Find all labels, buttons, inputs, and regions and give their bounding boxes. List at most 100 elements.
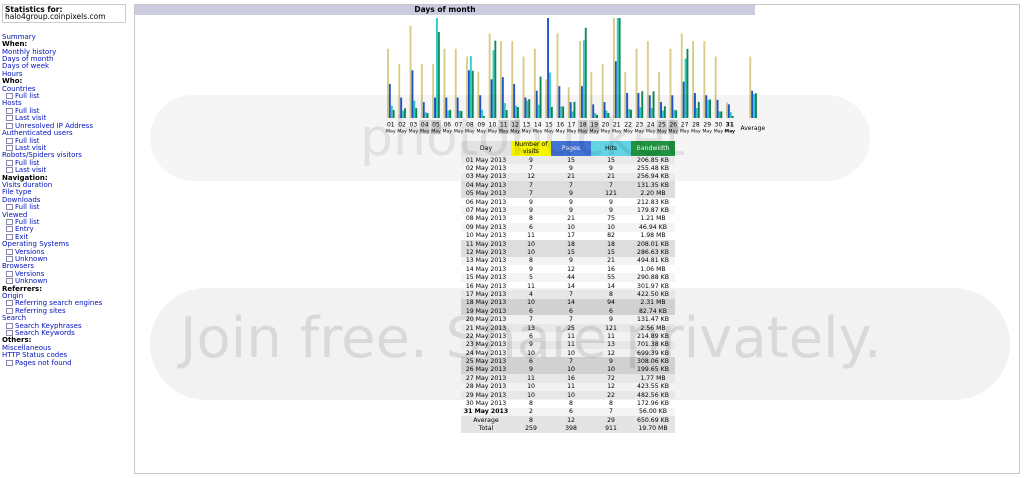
cell-visits: 2 [511,407,551,417]
cell-pages: 16 [551,374,591,383]
table-row: 25 May 2013 6 7 9 308.06 KB [461,357,675,366]
bar-visits-03 [409,25,412,118]
cell-bandwidth: 214.89 KB [631,332,675,341]
x-tick-label: 04 [421,122,429,129]
cell-pages: 15 [551,248,591,257]
cell-bandwidth: 290.88 KB [631,273,675,282]
cell-pages: 9 [551,206,591,215]
bar-hits-10 [492,50,495,119]
bar-visits-08 [466,56,468,118]
x-tick-sublabel: May [657,129,667,135]
bar-hits-05 [436,18,438,118]
cell-visits: 9 [511,365,551,375]
cell-bandwidth: 1.98 MB [631,231,675,240]
cell-visits: 9 [511,197,551,207]
table-row: 20 May 2013 7 7 9 131.47 KB [461,315,675,324]
bar-visits-19 [590,71,593,118]
cell-hits: 55 [591,273,631,282]
bar-bandwidth-10 [494,40,497,118]
bar-bandwidth-06 [449,109,452,118]
bar-hits-06 [447,110,450,118]
cell-hits: 12 [591,382,631,391]
bar-visits-18 [579,41,581,118]
submenu-http-pages-not-found[interactable]: Pages not found [2,359,128,367]
x-tick-label: 18 [579,122,587,129]
bar-pages-19 [592,104,595,118]
bar-hits-26 [673,109,676,118]
table-row: 23 May 2013 9 11 13 701.38 KB [461,340,675,349]
cell-hits: 10 [591,223,631,232]
submenu-bullet-icon [6,248,13,255]
cell-day: 27 May 2013 [461,374,511,383]
bar-bandwidth-17 [573,101,576,118]
bar-pages-03 [411,70,414,118]
x-tick-sublabel: May [567,129,577,135]
x-tick-label: 13 [523,122,531,129]
cell-visits: 6 [511,223,551,232]
cell-hits: 21 [591,172,631,182]
bar-hits-02 [402,110,404,118]
cell-visits: 5 [511,273,551,282]
table-row: 04 May 2013 7 7 7 131.35 KB [461,181,675,190]
bar-bandwidth-13 [528,99,531,118]
table-row: 21 May 2013 13 25 121 2.56 MB [461,323,675,333]
table-row: 03 May 2013 12 21 21 256.94 KB [461,172,675,182]
average-label: Average [740,125,765,132]
cell-bandwidth: 699.39 KB [631,348,675,358]
x-tick-sublabel: May [544,129,554,135]
cell-hits: 11 [591,332,631,341]
cell-bandwidth: 82.74 KB [631,307,675,316]
bar-visits-23 [635,48,638,118]
cell-pages: 7 [551,357,591,366]
bar-pages-27 [682,81,685,118]
total-cell: 259 [511,424,551,433]
cell-day: 23 May 2013 [461,340,511,349]
submenu-bullet-icon [6,144,13,151]
bar-pages-10 [490,79,493,118]
bar-bandwidth-05 [437,32,440,118]
table-row: 17 May 2013 4 7 8 422.50 KB [461,290,675,299]
bar-bandwidth-25 [663,106,666,118]
x-tick-label: 15 [545,122,553,129]
cell-hits: 9 [591,164,631,173]
cell-day: 31 May 2013 [461,407,511,417]
cell-visits: 13 [511,323,551,333]
cell-pages: 7 [551,315,591,324]
cell-hits: 13 [591,340,631,349]
cell-day: 20 May 2013 [461,315,511,324]
bar-visits-29 [703,41,706,118]
cell-pages: 6 [551,307,591,316]
cell-hits: 72 [591,374,631,383]
cell-visits: 10 [511,390,551,400]
cell-bandwidth: 56.00 KB [631,407,675,417]
bar-visits-11 [500,41,502,118]
submenu-bullet-icon [6,278,13,285]
x-tick-label: 23 [636,122,644,129]
x-tick-label: 31 [726,122,734,129]
header-day: Day [461,141,511,156]
cell-day: 17 May 2013 [461,290,511,299]
cell-visits: 9 [511,340,551,349]
cell-bandwidth: 212.83 KB [631,197,675,207]
cell-hits: 10 [591,365,631,375]
x-tick-label: 26 [669,122,677,129]
cell-day: 04 May 2013 [461,181,511,190]
table-row: 18 May 2013 10 14 94 2.31 MB [461,298,675,308]
submenu-label: Full list [15,203,40,212]
cell-bandwidth: 308.06 KB [631,357,675,366]
bar-pages-23 [637,93,640,118]
x-tick-sublabel: May [499,129,509,135]
x-tick-sublabel: May [702,129,712,135]
table-row: 01 May 2013 9 15 15 206.85 KB [461,156,675,165]
cell-bandwidth: 131.47 KB [631,315,675,324]
x-tick-label: 11 [500,122,508,129]
bar-hits-12 [515,105,517,118]
bar-visits-10 [488,33,491,118]
table-row: 13 May 2013 8 9 21 494.81 KB [461,256,675,266]
x-tick-label: 29 [703,122,711,129]
bar-pages-06 [445,97,448,118]
bar-visits-31 [726,102,728,118]
table-row: 05 May 2013 7 9 121 2.20 MB [461,189,675,198]
x-tick-label: 30 [715,122,723,129]
bar-visits-02 [398,64,401,118]
